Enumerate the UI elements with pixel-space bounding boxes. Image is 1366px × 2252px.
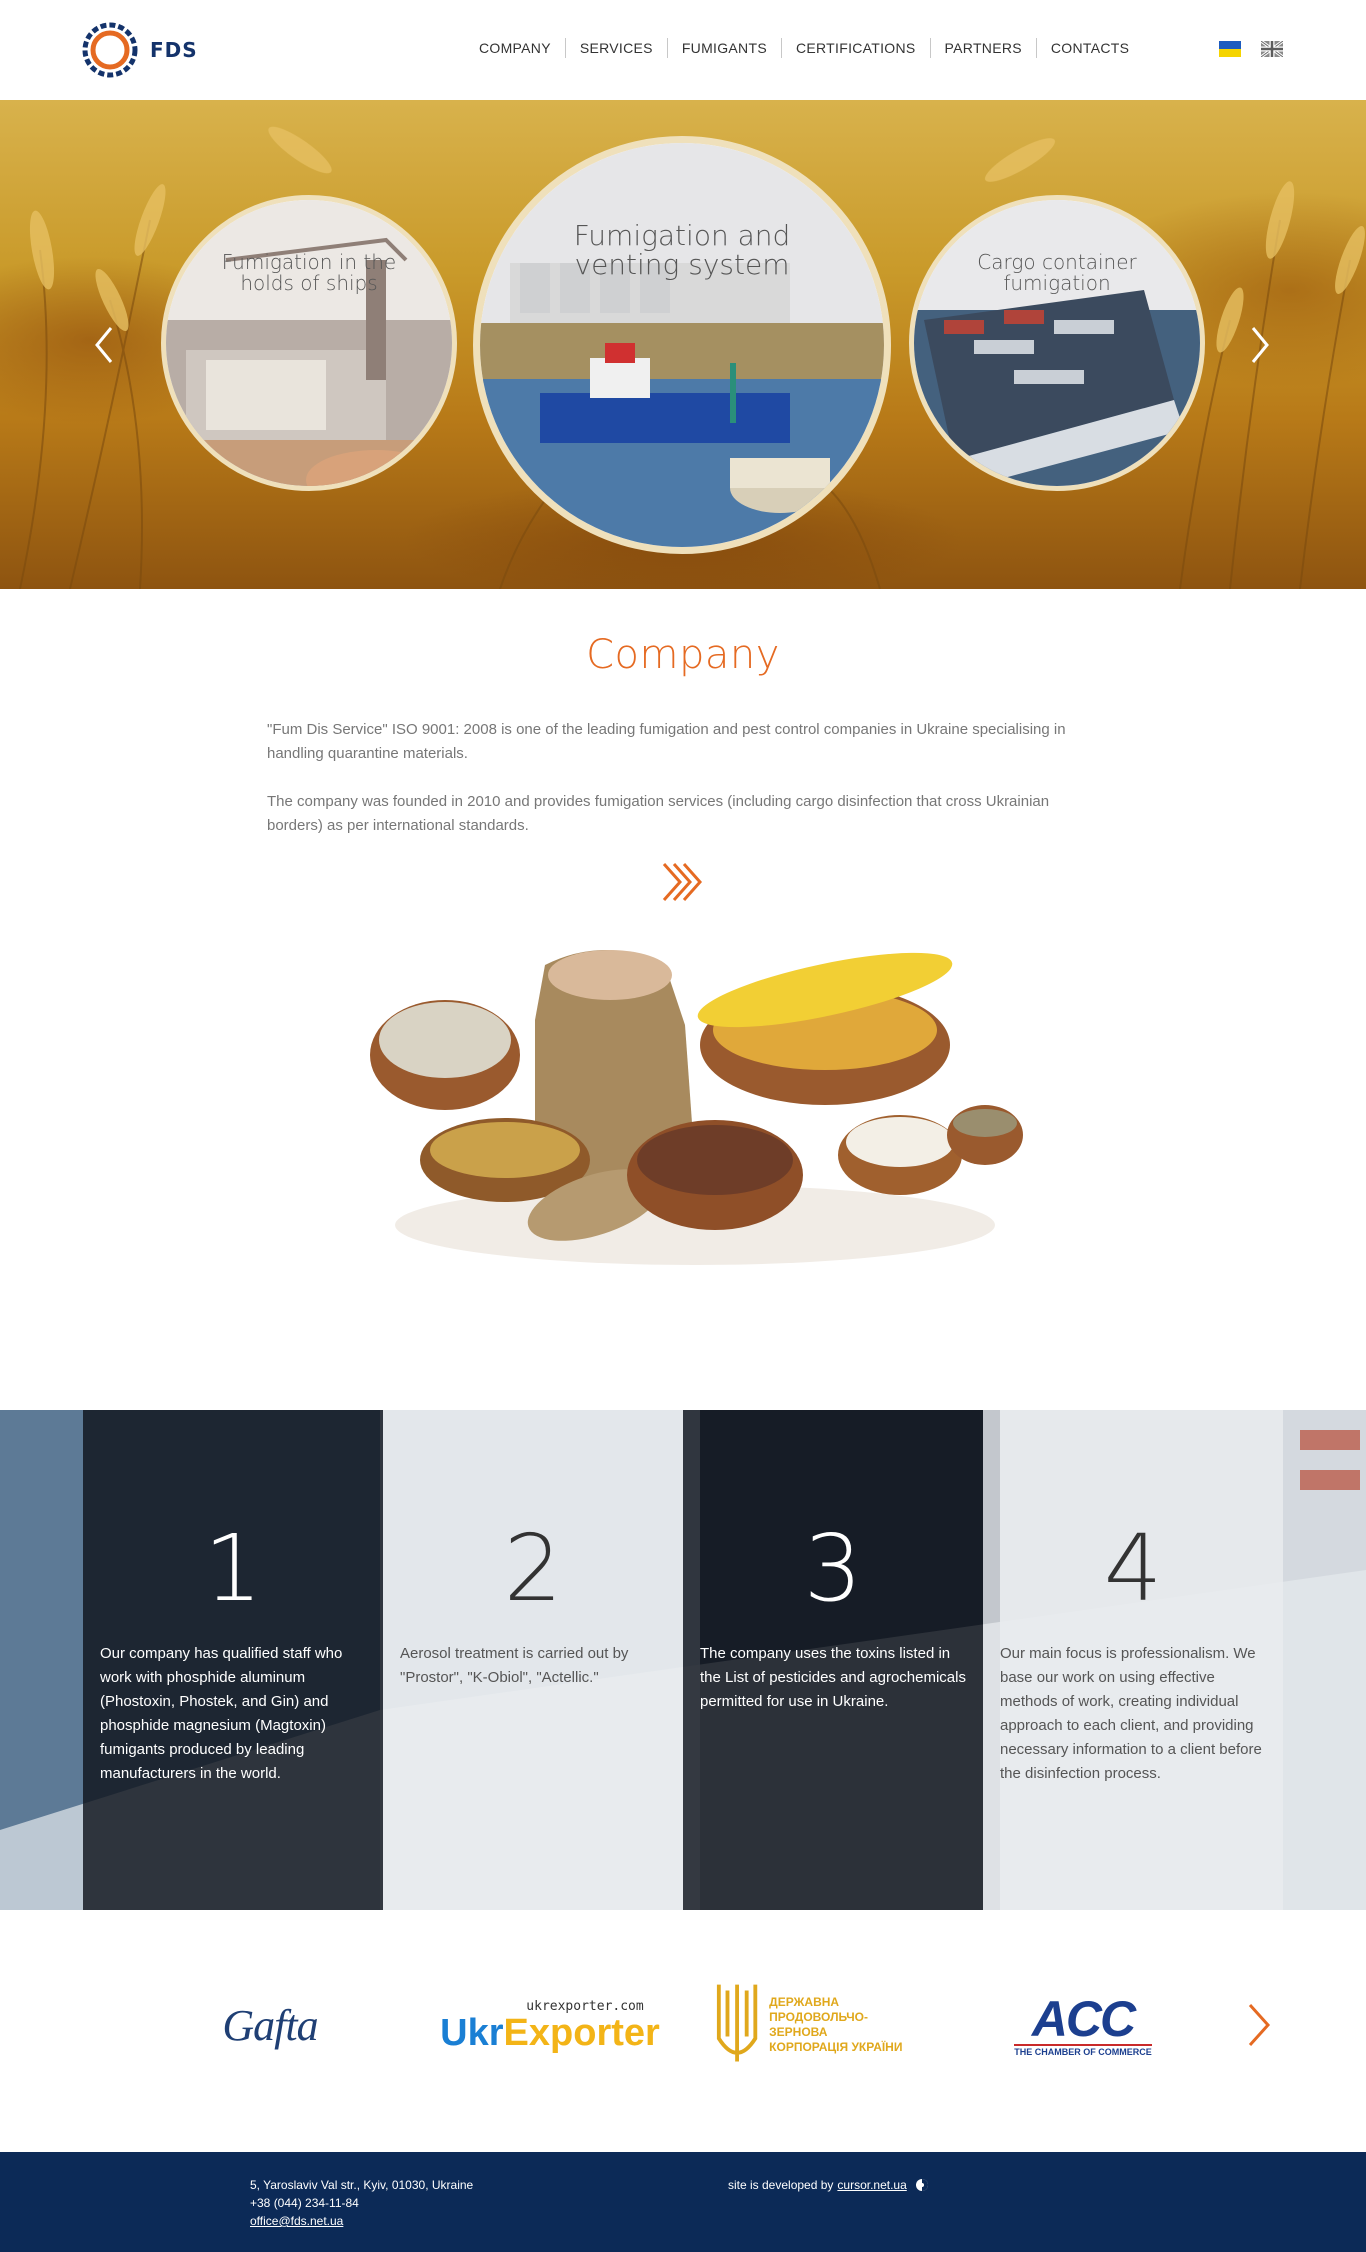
slide-title-line2: venting system: [574, 248, 790, 282]
slide-title-line1: Cargo container: [977, 250, 1137, 274]
ukrexporter-logo: UkrExporter: [440, 2014, 660, 2052]
slide-title: Fumigation and venting system: [480, 221, 884, 280]
uk-flag-icon[interactable]: [1261, 41, 1283, 57]
nav-services[interactable]: SERVICES: [564, 38, 667, 58]
ukrexporter-ukr: Ukr: [440, 2011, 504, 2054]
footer-dev-link[interactable]: cursor.net.ua: [837, 2176, 906, 2194]
slide-ship-holds[interactable]: Fumigation in the holds of ships: [161, 195, 457, 491]
acc-logo: ACC: [1031, 1990, 1136, 2047]
partner-ukrexporter[interactable]: ukrexporter.com UkrExporter: [440, 1970, 660, 2080]
feature-number: 4: [1103, 1515, 1163, 1622]
language-switcher: [1219, 41, 1283, 57]
site-header: FDS COMPANY SERVICES FUMIGANTS CERTIFICA…: [0, 0, 1366, 100]
feature-card: 1 Our company has qualified staff who wo…: [83, 1410, 383, 1910]
slide-title: Cargo container fumigation: [914, 252, 1200, 294]
footer-address: 5, Yaroslaviv Val str., Kyiv, 01030, Ukr…: [250, 2178, 474, 2192]
hero-slider: Fumigation in the holds of ships Fumigat…: [0, 100, 1366, 589]
partner-dpzku[interactable]: ДЕРЖАВНА ПРОДОВОЛЬЧО-ЗЕРНОВА КОРПОРАЦІЯ …: [715, 1970, 920, 2080]
grain-bowls-image: [370, 950, 1023, 1265]
feature-text: The company uses the toxins listed in th…: [700, 1645, 966, 1710]
nav-certifications[interactable]: CERTIFICATIONS: [780, 38, 930, 58]
feature-text: Our main focus is professionalism. We ba…: [1000, 1645, 1262, 1782]
chevron-right-icon[interactable]: [1250, 325, 1270, 365]
feature-number: 3: [803, 1515, 863, 1622]
dpzku-trident-icon: [716, 1984, 758, 2062]
gafta-logo: Gafta: [222, 2000, 318, 2050]
slide-title-line1: Fumigation in the: [221, 250, 397, 274]
dpzku-text: ДЕРЖАВНА ПРОДОВОЛЬЧО-ЗЕРНОВА КОРПОРАЦІЯ …: [769, 1995, 920, 2055]
nav-contacts[interactable]: CONTACTS: [1035, 38, 1143, 58]
nav-company[interactable]: COMPANY: [465, 38, 565, 58]
cursor-logo-icon: [915, 2179, 928, 2191]
feature-text: Aerosol treatment is carried out by "Pro…: [400, 1645, 629, 1686]
feature-text: Our company has qualified staff who work…: [100, 1645, 343, 1782]
features-section: 1 Our company has qualified staff who wo…: [0, 1410, 1366, 1910]
slide-title-line2: holds of ships: [240, 271, 378, 295]
footer-email-link[interactable]: office@fds.net.ua: [250, 2214, 343, 2228]
dpzku-line2: ПРОДОВОЛЬЧО-ЗЕРНОВА: [769, 2010, 868, 2039]
footer-contacts: 5, Yaroslaviv Val str., Kyiv, 01030, Ukr…: [250, 2176, 473, 2230]
partner-acc[interactable]: ACC THE CHAMBER OF COMMERCE: [1008, 1970, 1158, 2080]
logo-text: FDS: [150, 38, 198, 62]
nav-partners[interactable]: PARTNERS: [929, 38, 1036, 58]
slide-title-line1: Fumigation and: [573, 219, 791, 252]
dpzku-line1: ДЕРЖАВНА: [769, 1995, 840, 2009]
double-chevron-right-icon[interactable]: [660, 861, 706, 903]
logo-mark-icon: [82, 22, 138, 78]
feature-number: 2: [503, 1515, 563, 1622]
company-title: Company: [586, 632, 780, 678]
site-footer: 5, Yaroslaviv Val str., Kyiv, 01030, Ukr…: [0, 2152, 1366, 2252]
footer-dev-prefix: site is developed by: [728, 2178, 834, 2192]
venting-system-photo: [480, 143, 884, 547]
slide-cargo-container[interactable]: Cargo container fumigation: [909, 195, 1205, 491]
partners-section: Gafta ukrexporter.com UkrExporter ДЕРЖАВ…: [0, 1910, 1366, 2152]
nav-fumigants[interactable]: FUMIGANTS: [666, 38, 781, 58]
cargo-container-photo: [914, 200, 1200, 486]
page: FDS COMPANY SERVICES FUMIGANTS CERTIFICA…: [0, 0, 1366, 2252]
company-paragraph-1: "Fum Dis Service" ISO 9001: 2008 is one …: [267, 721, 1066, 762]
slide-title-line2: fumigation: [1003, 271, 1111, 295]
footer-phone: +38 (044) 234-11-84: [250, 2196, 359, 2210]
chevron-right-icon[interactable]: [1245, 2000, 1273, 2050]
partner-gafta[interactable]: Gafta: [210, 1970, 330, 2080]
dpzku-line3: КОРПОРАЦІЯ УКРАЇНИ: [769, 2040, 903, 2054]
feature-card: 4 Our main focus is professionalism. We …: [983, 1410, 1283, 1910]
slide-title: Fumigation in the holds of ships: [166, 252, 452, 294]
feature-card: 2 Aerosol treatment is carried out by "P…: [383, 1410, 683, 1910]
acc-subtitle: THE CHAMBER OF COMMERCE: [1014, 2043, 1152, 2057]
logo[interactable]: FDS: [82, 22, 222, 78]
ship-holds-photo: [166, 200, 452, 486]
slide-venting-system[interactable]: Fumigation and venting system: [473, 136, 891, 554]
chevron-left-icon[interactable]: [94, 325, 114, 365]
company-paragraph-2: The company was founded in 2010 and prov…: [267, 793, 1050, 834]
feature-number: 1: [203, 1515, 263, 1622]
feature-card: 3 The company uses the toxins listed in …: [683, 1410, 983, 1910]
ukrexporter-exporter: Exporter: [503, 2011, 660, 2054]
footer-developer: site is developed by cursor.net.ua: [728, 2176, 929, 2194]
main-nav: COMPANY SERVICES FUMIGANTS CERTIFICATION…: [465, 38, 1143, 58]
ua-flag-icon[interactable]: [1219, 41, 1241, 57]
